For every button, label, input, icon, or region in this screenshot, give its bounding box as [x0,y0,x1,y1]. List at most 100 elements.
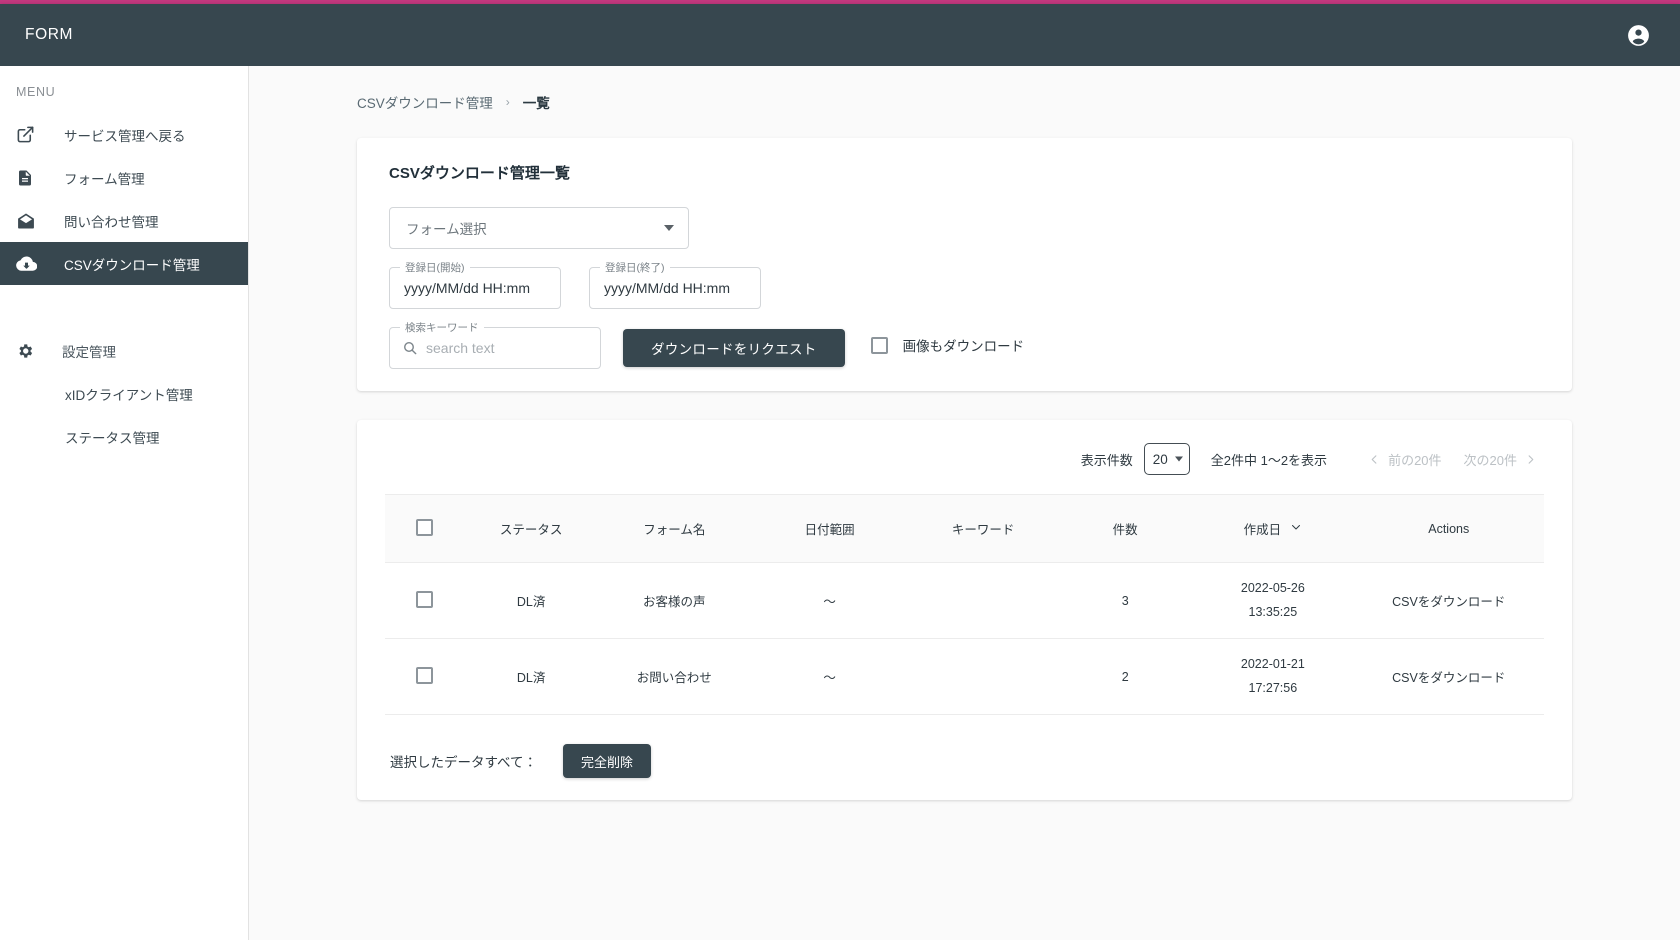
gear-icon [16,342,42,360]
header-count: 件数 [1058,494,1193,563]
breadcrumb-parent[interactable]: CSVダウンロード管理 [357,92,493,112]
keyword-label: 検索キーワード [400,320,484,335]
chevron-down-icon [1174,456,1183,462]
table-row[interactable]: DL済 お客様の声 〜 3 2022-05-26 13:35:25 CSVをダウ… [385,562,1544,639]
sidebar-item-label: CSVダウンロード管理 [64,257,200,273]
header-select-all[interactable] [385,494,465,563]
sidebar-subitem-label: ステータス管理 [65,430,160,446]
date-end-field[interactable]: 登録日(終了) yyyy/MM/dd HH:mm [589,260,761,309]
date-start-label: 登録日(開始) [400,260,470,275]
request-download-button[interactable]: ダウンロードをリクエスト [623,329,845,367]
cell-created-time: 17:27:56 [1248,680,1298,695]
sidebar-item-status-management[interactable]: ステータス管理 [0,415,248,458]
external-link-icon [16,125,42,144]
sidebar-item-csv-download-management[interactable]: CSVダウンロード管理 [0,242,248,285]
date-range-row: 登録日(開始) yyyy/MM/dd HH:mm 登録日(終了) yyyy/MM… [389,260,1556,309]
csv-download-table: ステータス フォーム名 日付範囲 キーワード 件数 作成日 Actions DL… [385,494,1544,715]
table-body: DL済 お客様の声 〜 3 2022-05-26 13:35:25 CSVをダウ… [385,562,1544,715]
cell-count: 2 [1058,638,1193,715]
cell-form-name: お問い合わせ [597,638,752,715]
chevron-right-icon [1525,454,1536,465]
per-page-label: 表示件数 [1080,452,1133,468]
delete-permanently-button[interactable]: 完全削除 [563,744,652,778]
bulk-actions-row: 選択したデータすべて： 完全削除 [390,744,1556,778]
sidebar-item-label: フォーム管理 [64,171,145,187]
form-select-value: フォーム選択 [406,222,487,237]
app-root: FORM MENU サービス管理へ戻る フォーム管理 問い合わせ管理 CSVダウ… [0,0,1680,940]
cell-date-range: 〜 [751,638,909,715]
date-start-field[interactable]: 登録日(開始) yyyy/MM/dd HH:mm [389,260,561,309]
bulk-actions-label: 選択したデータすべて： [390,755,538,770]
sidebar-subitem-label: xIDクライアント管理 [65,387,193,403]
next-page-button[interactable]: 次の20件 [1464,450,1544,469]
search-row: 検索キーワード search text ダウンロードをリクエスト 画像もダウンロ… [389,320,1556,369]
chevron-down-icon [1290,521,1302,536]
sidebar-item-inquiry-management[interactable]: 問い合わせ管理 [0,199,248,242]
pagination-range-text: 全2件中 1〜2を表示 [1210,452,1328,468]
header-actions: Actions [1353,494,1544,563]
checkbox-icon[interactable] [416,518,434,536]
cell-keyword [908,562,1059,639]
account-circle-icon[interactable] [1618,15,1658,55]
per-page-select[interactable]: 20 [1143,443,1190,475]
date-end-label: 登録日(終了) [600,260,670,275]
prev-page-button[interactable]: 前の20件 [1361,450,1442,469]
cell-status: DL済 [464,638,598,715]
sidebar-nav: サービス管理へ戻る フォーム管理 問い合わせ管理 CSVダウンロード管理 設定管… [0,113,248,458]
table-row[interactable]: DL済 お問い合わせ 〜 2 2022-01-21 17:27:56 CSVをダ… [385,638,1544,715]
sidebar-menu-title: MENU [16,85,56,99]
app-brand-title: FORM [25,26,74,43]
image-download-label: 画像もダウンロード [902,339,1025,354]
sidebar-item-xid-client-management[interactable]: xIDクライアント管理 [0,372,248,415]
keyword-placeholder: search text [426,340,495,356]
sidebar-item-label: 問い合わせ管理 [64,214,159,230]
document-icon [16,169,42,187]
header-status: ステータス [464,494,598,563]
date-end-value: yyyy/MM/dd HH:mm [604,280,730,296]
per-page-value: 20 [1152,451,1168,467]
top-app-bar: FORM [0,4,1680,66]
table-card: 表示件数 20 全2件中 1〜2を表示 前の20件 次の20件 ステータス フォ… [357,420,1572,800]
prev-page-label: 前の20件 [1388,452,1442,468]
header-date-range: 日付範囲 [751,494,909,563]
cell-date-range: 〜 [751,562,909,639]
chevron-down-icon [664,225,674,231]
breadcrumb-current: 一覧 [522,96,550,111]
chevron-right-icon: › [505,95,510,109]
cell-created: 2022-01-21 17:27:56 [1192,638,1354,715]
mail-icon [16,211,42,231]
sidebar-item-form-management[interactable]: フォーム管理 [0,156,248,199]
image-download-checkbox[interactable]: 画像もダウンロード [870,335,1025,355]
pagination-bar: 表示件数 20 全2件中 1〜2を表示 前の20件 次の20件 [373,443,1556,475]
form-select[interactable]: フォーム選択 [389,207,689,249]
checkbox-icon[interactable] [416,590,434,608]
cell-status: DL済 [464,562,598,639]
header-created-date[interactable]: 作成日 [1192,494,1354,563]
next-page-label: 次の20件 [1463,452,1517,468]
download-csv-link[interactable]: CSVをダウンロード [1392,671,1505,685]
download-csv-link[interactable]: CSVをダウンロード [1392,595,1505,609]
sidebar-item-label: サービス管理へ戻る [64,128,186,144]
keyword-field[interactable]: 検索キーワード search text [389,320,601,369]
cloud-download-icon [16,253,42,274]
row-checkbox-cell[interactable] [385,562,465,639]
sidebar-item-service-back[interactable]: サービス管理へ戻る [0,113,248,156]
table-header: ステータス フォーム名 日付範囲 キーワード 件数 作成日 Actions [385,494,1544,563]
main-content: CSVダウンロード管理 › 一覧 CSVダウンロード管理一覧 フォーム選択 登録… [249,66,1680,940]
table-header-row: ステータス フォーム名 日付範囲 キーワード 件数 作成日 Actions [385,494,1544,563]
sidebar-section-label: 設定管理 [62,344,116,360]
chevron-left-icon [1369,454,1380,465]
checkbox-icon[interactable] [416,666,434,684]
search-icon [402,340,418,356]
filter-card: CSVダウンロード管理一覧 フォーム選択 登録日(開始) yyyy/MM/dd … [357,138,1572,391]
cell-actions[interactable]: CSVをダウンロード [1353,638,1544,715]
row-checkbox-cell[interactable] [385,638,465,715]
cell-created: 2022-05-26 13:35:25 [1192,562,1354,639]
cell-created-date: 2022-01-21 [1240,657,1305,672]
cell-actions[interactable]: CSVをダウンロード [1353,562,1544,639]
cell-created-time: 13:35:25 [1248,604,1298,619]
cell-count: 3 [1058,562,1193,639]
cell-created-date: 2022-05-26 [1240,581,1305,596]
sidebar-section-settings[interactable]: 設定管理 [0,329,248,372]
